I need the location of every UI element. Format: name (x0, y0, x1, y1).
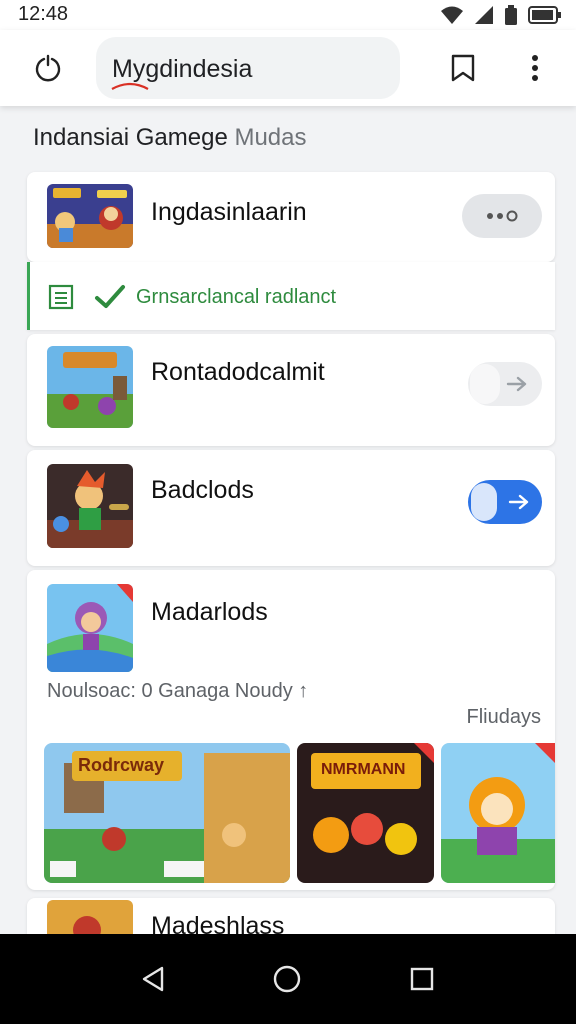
system-nav-bar (0, 934, 576, 1024)
game-item-title[interactable]: Ingdasinlaarin (151, 198, 307, 227)
game-thumbnail[interactable] (47, 584, 133, 672)
status-bar: 12:48 (0, 0, 576, 30)
game-item-title[interactable]: Madarlods (151, 598, 268, 627)
game-item-card[interactable]: Badclods (27, 450, 555, 566)
game-thumbnail[interactable] (47, 346, 133, 428)
section-title-muted: Mudas (234, 124, 307, 151)
section-title: Indansiai Gamege Mudas (33, 124, 307, 152)
bookmark-icon[interactable] (445, 50, 481, 86)
game-thumbnail[interactable] (47, 184, 133, 248)
browser-toolbar: Mygdindesia (0, 30, 576, 106)
screenshot-banner-text: Rodrcway (78, 755, 165, 775)
check-icon (95, 285, 125, 308)
game-item-title[interactable]: Badclods (151, 476, 254, 505)
game-meta-right: Fliudays (466, 706, 541, 728)
install-status-row: Grnsarclancal radlanct (27, 262, 555, 330)
screenshot-banner-text: NMRMANN (321, 761, 406, 778)
url-text[interactable]: Mygdindesia (112, 55, 252, 84)
cellular-signal-icon (475, 6, 493, 24)
screenshot-3[interactable] (441, 743, 555, 883)
battery-icon (528, 6, 561, 24)
arrow-right-icon (508, 494, 529, 510)
more-vert-icon[interactable] (517, 50, 553, 86)
arrow-right-icon (506, 376, 527, 392)
status-icons (440, 5, 562, 25)
game-meta-text: Noulsoac: 0 Ganaga Noudy ↑ (47, 680, 309, 702)
list-icon (48, 284, 74, 310)
game-item-card[interactable]: Rontadodcalmit (27, 334, 555, 446)
toggle-knob (471, 483, 497, 521)
recents-icon[interactable] (402, 959, 442, 999)
install-status-text: Grnsarclancal radlanct (136, 286, 337, 308)
back-icon[interactable] (133, 959, 173, 999)
status-time: 12:48 (18, 3, 69, 25)
game-item-card[interactable]: Ingdasinlaarin (27, 172, 555, 262)
spellcheck-underline (111, 82, 149, 90)
section-title-main: Indansiai Gamege (33, 124, 228, 151)
overflow-dots-icon (487, 210, 518, 222)
screenshot-1[interactable]: Rodrcway (44, 743, 290, 883)
arrow-toggle-on[interactable] (468, 480, 542, 524)
overflow-dots-button[interactable] (462, 194, 542, 238)
battery-saver-icon (505, 5, 517, 25)
wifi-icon (441, 6, 463, 24)
game-thumbnail[interactable] (47, 464, 133, 548)
address-bar[interactable]: Mygdindesia (96, 37, 400, 99)
game-item-title[interactable]: Rontadodcalmit (151, 358, 325, 387)
toggle-knob (470, 364, 500, 404)
arrow-toggle-off[interactable] (468, 362, 542, 406)
home-icon[interactable] (267, 959, 307, 999)
screenshot-2[interactable]: NMRMANN (297, 743, 434, 883)
refresh-icon[interactable] (30, 50, 66, 86)
